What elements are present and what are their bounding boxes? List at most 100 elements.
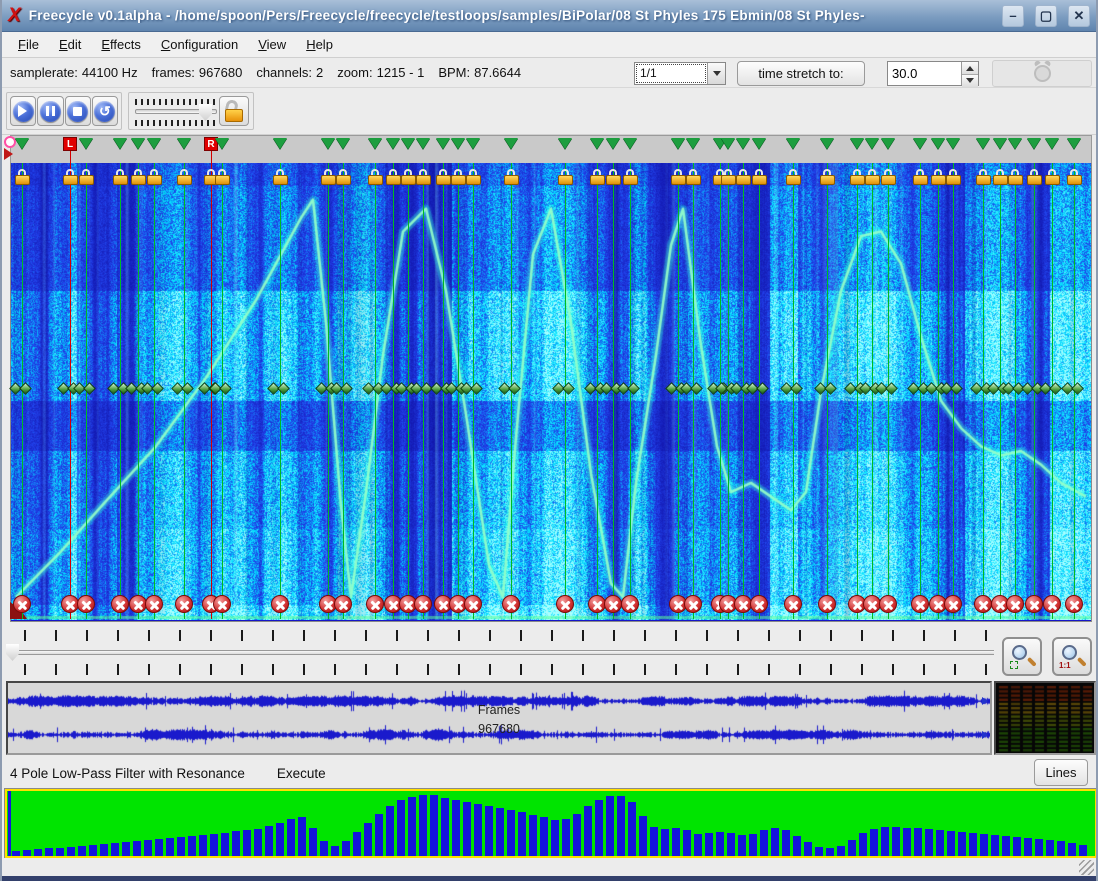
envelope-bar[interactable] [749,834,757,856]
slice-marker-triangle-icon[interactable] [321,138,335,156]
envelope-bar[interactable] [936,830,944,856]
slice-delete-icon[interactable] [213,595,231,613]
envelope-bar[interactable] [1068,843,1076,856]
slice-marker-triangle-icon[interactable] [504,138,518,156]
envelope-bar[interactable] [122,842,130,856]
envelope-bar[interactable] [111,843,119,856]
envelope-bar[interactable] [606,796,614,856]
menu-effects[interactable]: Effects [91,34,151,55]
slice-marker-triangle-icon[interactable] [721,138,735,156]
envelope-bar[interactable] [903,828,911,856]
slice-move-handle-icon[interactable] [143,383,165,395]
slice-lock-icon[interactable] [865,169,880,185]
slice-move-handle-icon[interactable] [682,383,704,395]
slice-move-handle-icon[interactable] [877,383,899,395]
envelope-bar[interactable] [947,831,955,856]
envelope-bar[interactable] [672,828,680,856]
slice-lock-icon[interactable] [504,169,519,185]
envelope-bar[interactable] [89,845,97,856]
spin-down-icon[interactable] [962,75,978,87]
envelope-bar[interactable] [177,837,185,856]
slice-delete-icon[interactable] [145,595,163,613]
slice-marker-triangle-icon[interactable] [1027,138,1041,156]
slice-delete-icon[interactable] [464,595,482,613]
slice-marker-triangle-icon[interactable] [79,138,93,156]
fraction-combobox[interactable]: 1/1 [634,62,726,85]
minimize-button[interactable]: – [1002,5,1024,27]
pause-button[interactable] [37,96,63,126]
envelope-bar[interactable] [188,836,196,856]
slice-move-handle-icon[interactable] [748,383,770,395]
slice-lock-icon[interactable] [623,169,638,185]
envelope-bar[interactable] [859,833,867,856]
title-bar[interactable]: X Freecycle v0.1alpha - /home/spoon/Pers… [2,0,1096,32]
slice-move-handle-icon[interactable] [619,383,641,395]
envelope-bar[interactable] [595,800,603,856]
envelope-bar[interactable] [34,849,42,856]
slice-lock-icon[interactable] [436,169,451,185]
envelope-bar[interactable] [617,796,625,856]
slice-move-handle-icon[interactable] [332,383,354,395]
slice-lock-icon[interactable] [820,169,835,185]
envelope-bar[interactable] [309,828,317,856]
slice-delete-icon[interactable] [334,595,352,613]
waveform-canvas[interactable] [8,683,990,753]
slice-move-handle-icon[interactable] [942,383,964,395]
slice-lock-icon[interactable] [63,169,78,185]
envelope-bar[interactable] [1024,838,1032,856]
envelope-bar[interactable] [562,819,570,856]
envelope-bar[interactable] [837,846,845,856]
envelope-bar[interactable] [232,831,240,856]
envelope-bar[interactable] [320,841,328,856]
envelope-bar[interactable] [815,847,823,856]
envelope-bar[interactable] [782,830,790,856]
slice-marker-triangle-icon[interactable] [1045,138,1059,156]
envelope-bar[interactable] [661,829,669,856]
envelope-editor[interactable] [5,789,1097,858]
envelope-bar[interactable] [254,829,262,856]
time-stretch-button[interactable]: time stretch to: [737,61,865,86]
resize-grip[interactable] [1079,860,1094,875]
slice-move-handle-icon[interactable] [11,383,33,395]
slice-marker-triangle-icon[interactable] [558,138,572,156]
envelope-bar[interactable] [144,840,152,856]
slice-lock-icon[interactable] [321,169,336,185]
slice-lock-icon[interactable] [466,169,481,185]
marker-ruler[interactable] [10,135,1092,163]
slice-delete-icon[interactable] [1043,595,1061,613]
envelope-bar[interactable] [496,808,504,856]
slice-delete-icon[interactable] [366,595,384,613]
envelope-bar[interactable] [980,834,988,856]
envelope-bar[interactable] [155,839,163,856]
envelope-bar[interactable] [969,833,977,856]
envelope-bar[interactable] [221,833,229,856]
slice-marker-triangle-icon[interactable] [147,138,161,156]
envelope-bar[interactable] [199,835,207,856]
slice-marker-triangle-icon[interactable] [466,138,480,156]
slice-delete-icon[interactable] [111,595,129,613]
stop-button[interactable] [65,96,91,126]
slice-lock-icon[interactable] [401,169,416,185]
loop-left-marker[interactable]: L [63,137,77,151]
slice-marker-triangle-icon[interactable] [752,138,766,156]
slice-delete-icon[interactable] [1025,595,1043,613]
envelope-bar[interactable] [463,802,471,856]
slice-delete-icon[interactable] [556,595,574,613]
slice-lock-icon[interactable] [177,169,192,185]
envelope-bar[interactable] [353,832,361,856]
slice-move-handle-icon[interactable] [75,383,97,395]
slice-marker-triangle-icon[interactable] [946,138,960,156]
lock-button[interactable] [219,96,249,126]
slice-marker-triangle-icon[interactable] [820,138,834,156]
envelope-bar[interactable] [133,841,141,856]
envelope-bar[interactable] [45,848,53,856]
envelope-bar[interactable] [573,814,581,856]
slice-move-handle-icon[interactable] [816,383,838,395]
menu-file[interactable]: File [8,34,49,55]
lines-button[interactable]: Lines [1034,759,1088,786]
slice-lock-icon[interactable] [590,169,605,185]
slice-marker-triangle-icon[interactable] [1067,138,1081,156]
slice-marker-triangle-icon[interactable] [993,138,1007,156]
slice-move-handle-icon[interactable] [211,383,233,395]
slice-lock-icon[interactable] [215,169,230,185]
